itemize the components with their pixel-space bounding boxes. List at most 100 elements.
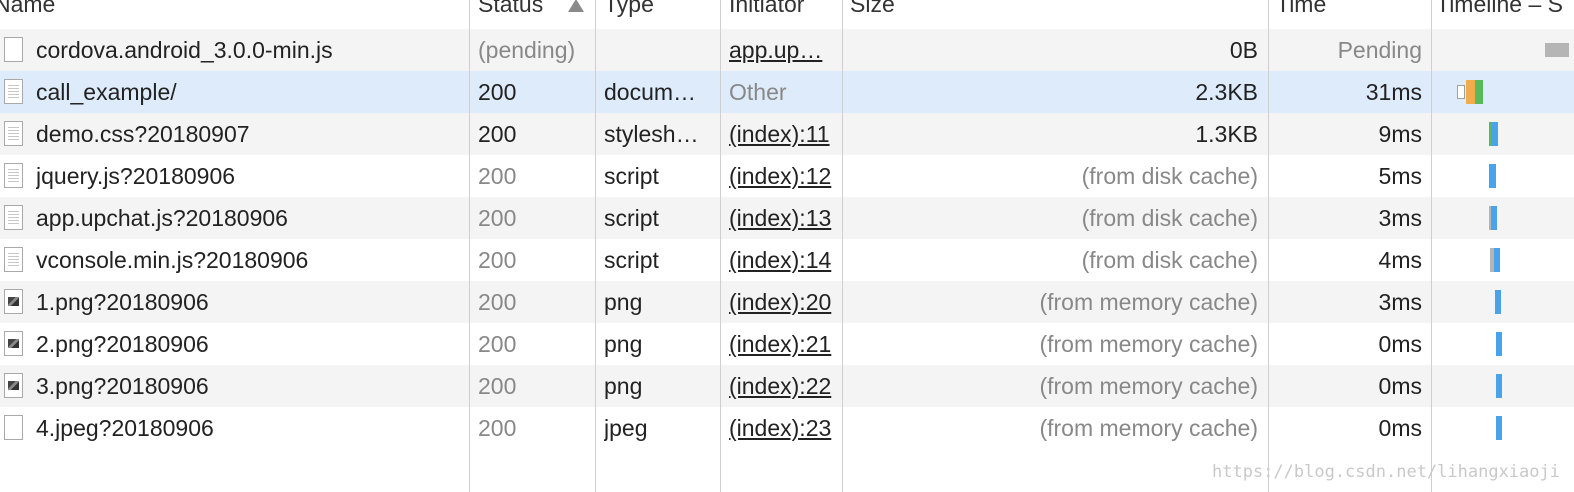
column-header-time[interactable]: Time	[1276, 0, 1326, 19]
timeline-bar	[1495, 290, 1501, 314]
document-file-icon	[4, 247, 23, 272]
timeline-bar	[1489, 164, 1496, 188]
request-initiator-link[interactable]: (index):20	[729, 281, 837, 323]
request-size: (from disk cache)	[1081, 247, 1258, 273]
request-status: 200	[478, 205, 517, 231]
image-file-icon	[4, 331, 23, 356]
document-file-icon	[4, 79, 23, 104]
request-status: (pending)	[478, 37, 576, 63]
column-divider[interactable]	[720, 0, 721, 492]
request-name[interactable]: jquery.js?20180906	[36, 155, 466, 197]
network-request-table: Name Status Type Initiator Size Time Tim…	[0, 0, 1574, 492]
request-time: 31ms	[1365, 79, 1422, 105]
request-size: (from memory cache)	[1039, 415, 1258, 441]
request-time: Pending	[1337, 37, 1422, 63]
timeline-bar	[1492, 122, 1498, 146]
request-name[interactable]: 3.png?20180906	[36, 365, 466, 407]
request-name[interactable]: app.upchat.js?20180906	[36, 197, 466, 239]
request-size: (from disk cache)	[1081, 163, 1258, 189]
table-row[interactable]: cordova.android_3.0.0-min.js (pending) app…	[0, 29, 1574, 71]
request-time: 3ms	[1378, 205, 1422, 231]
request-type: docum…	[604, 79, 697, 105]
request-initiator-link[interactable]: (index):11	[729, 113, 837, 155]
timeline-bar	[1496, 374, 1502, 398]
column-divider[interactable]	[842, 0, 843, 492]
request-name[interactable]: 2.png?20180906	[36, 323, 466, 365]
request-name[interactable]: 1.png?20180906	[36, 281, 466, 323]
request-type: script	[604, 163, 659, 189]
timeline-bar	[1466, 80, 1475, 104]
request-type: png	[604, 373, 643, 399]
request-initiator-link[interactable]: (index):21	[729, 323, 837, 365]
request-size: 0B	[1229, 37, 1258, 63]
document-file-icon	[4, 205, 23, 230]
timeline-bar	[1475, 80, 1483, 104]
timeline-bar	[1496, 416, 1502, 440]
request-size: (from memory cache)	[1039, 289, 1258, 315]
column-header-initiator[interactable]: Initiator	[729, 0, 804, 19]
column-divider[interactable]	[469, 0, 470, 492]
table-row[interactable]: 2.png?20180906 200 png (index):21 (from memo…	[0, 323, 1574, 365]
column-divider[interactable]	[1431, 0, 1432, 492]
column-divider[interactable]	[1268, 0, 1269, 492]
table-row[interactable]: jquery.js?20180906 200 script (index):12 (fr…	[0, 155, 1574, 197]
request-time: 0ms	[1378, 373, 1422, 399]
request-type: script	[604, 205, 659, 231]
request-status: 200	[478, 331, 517, 357]
column-header-name[interactable]: Name	[0, 0, 55, 19]
request-name[interactable]: call_example/	[36, 71, 466, 113]
table-row[interactable]: call_example/200 docum… Other 2.3KB 31ms	[0, 71, 1574, 113]
request-name[interactable]: cordova.android_3.0.0-min.js	[36, 29, 466, 71]
timeline-bar	[1457, 85, 1465, 99]
request-size: 1.3KB	[1195, 121, 1258, 147]
column-divider[interactable]	[595, 0, 596, 492]
request-initiator-link[interactable]: (index):22	[729, 365, 837, 407]
request-initiator-link[interactable]: (index):13	[729, 197, 837, 239]
request-status: 200	[478, 79, 517, 105]
table-row[interactable]: 4.jpeg?20180906 200 jpeg (index):23 (from me…	[0, 407, 1574, 449]
request-time: 0ms	[1378, 415, 1422, 441]
request-status: 200	[478, 289, 517, 315]
timeline-bar	[1491, 206, 1497, 230]
request-initiator-link[interactable]: (index):14	[729, 239, 837, 281]
table-row[interactable]: vconsole.min.js?20180906 200 script (index)…	[0, 239, 1574, 281]
request-status: 200	[478, 121, 517, 147]
request-time: 4ms	[1378, 247, 1422, 273]
blank-file-icon	[4, 415, 23, 440]
request-status: 200	[478, 415, 517, 441]
request-type: stylesh…	[604, 121, 699, 147]
table-row[interactable]: 1.png?20180906 200 png (index):20 (from memo…	[0, 281, 1574, 323]
timeline-bar	[1494, 248, 1500, 272]
document-file-icon	[4, 121, 23, 146]
request-time: 0ms	[1378, 331, 1422, 357]
request-size: (from memory cache)	[1039, 373, 1258, 399]
column-header-type[interactable]: Type	[604, 0, 654, 19]
timeline-bar	[1545, 43, 1569, 57]
request-time: 3ms	[1378, 289, 1422, 315]
image-file-icon	[4, 373, 23, 398]
request-type: png	[604, 331, 643, 357]
request-time: 5ms	[1378, 163, 1422, 189]
request-name[interactable]: 4.jpeg?20180906	[36, 407, 466, 449]
request-name[interactable]: vconsole.min.js?20180906	[36, 239, 466, 281]
table-row[interactable]: 3.png?20180906 200 png (index):22 (from memo…	[0, 365, 1574, 407]
image-file-icon	[4, 289, 23, 314]
watermark-text: https://blog.csdn.net/lihangxiaoji	[1212, 462, 1560, 482]
request-status: 200	[478, 163, 517, 189]
table-row[interactable]: app.upchat.js?20180906 200 script (index):1…	[0, 197, 1574, 239]
request-size: (from memory cache)	[1039, 331, 1258, 357]
request-size: (from disk cache)	[1081, 205, 1258, 231]
request-initiator-link[interactable]: app.up…	[729, 29, 837, 71]
column-header-status[interactable]: Status	[478, 0, 543, 19]
request-name[interactable]: demo.css?20180907	[36, 113, 466, 155]
table-row[interactable]: demo.css?20180907 200 stylesh… (index):11 1.…	[0, 113, 1574, 155]
document-file-icon	[4, 163, 23, 188]
request-initiator-link[interactable]: (index):12	[729, 155, 837, 197]
request-initiator-link[interactable]: (index):23	[729, 407, 837, 449]
table-header: Name Status Type Initiator Size Time Tim…	[0, 0, 1574, 30]
blank-file-icon	[4, 37, 23, 62]
request-status: 200	[478, 373, 517, 399]
column-header-timeline[interactable]: Timeline – S	[1436, 0, 1563, 19]
column-header-size[interactable]: Size	[850, 0, 895, 19]
request-initiator-link: Other	[729, 79, 787, 105]
